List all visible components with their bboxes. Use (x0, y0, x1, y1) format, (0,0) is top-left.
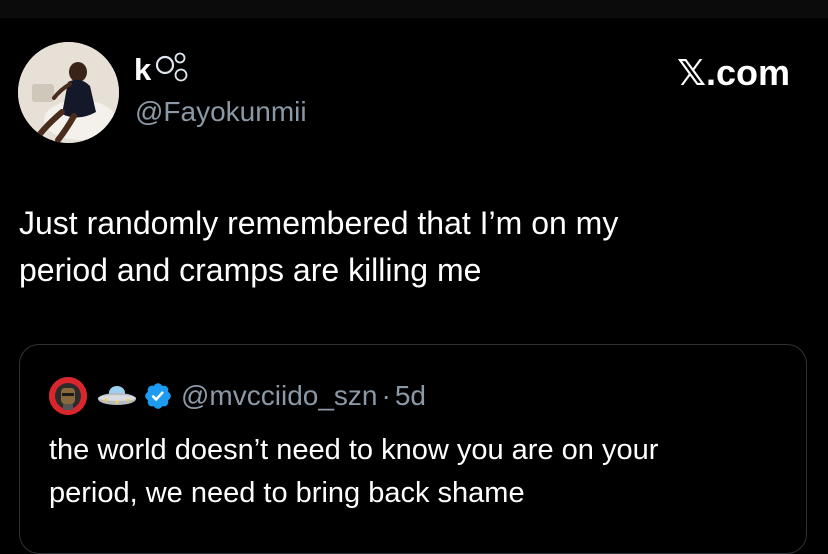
verified-badge-icon (145, 383, 171, 409)
quoted-tweet-header: @mvcciido_szn · 5d (49, 377, 426, 415)
tweet-text: Just randomly remembered that I’m on my … (19, 200, 799, 294)
dot-separator: · (381, 380, 391, 411)
bubbles-icon (156, 52, 188, 82)
quoted-tweet-text: the world doesn’t need to know you are o… (49, 429, 789, 515)
author-avatar[interactable] (18, 42, 119, 143)
tweet-text-line: period and cramps are killing me (19, 252, 482, 288)
author-handle[interactable]: @Fayokunmii (135, 96, 307, 128)
brand-watermark: 𝕏.com (677, 52, 790, 94)
brand-text: 𝕏.com (676, 52, 790, 93)
quoted-tweet-time[interactable]: 5d (395, 380, 426, 412)
profile-photo-icon (49, 377, 87, 415)
display-name-text: k (134, 52, 152, 87)
quoted-text-line: period, we need to bring back shame (49, 477, 525, 509)
quoted-text-line: the world doesn’t need to know you are o… (49, 434, 659, 466)
quoted-author-handle[interactable]: @mvcciido_szn (181, 380, 377, 412)
author-display-name[interactable]: k (134, 50, 190, 90)
quoted-author-avatar[interactable] (49, 377, 87, 415)
ufo-icon (98, 386, 136, 405)
top-strip (0, 0, 828, 18)
tweet-text-line: Just randomly remembered that I’m on my (19, 205, 619, 241)
quoted-tweet-card[interactable]: @mvcciido_szn · 5d the world doesn’t nee… (19, 344, 807, 554)
profile-photo-icon (18, 42, 119, 143)
